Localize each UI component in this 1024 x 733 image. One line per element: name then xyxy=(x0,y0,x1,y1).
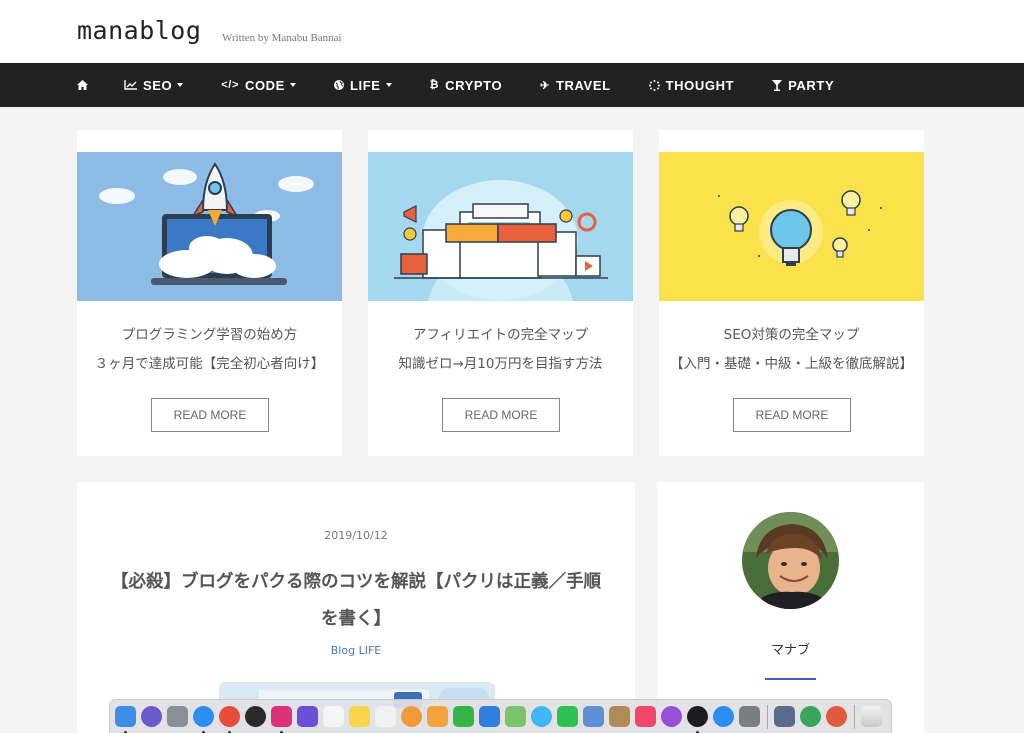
rocket-laptop-icon xyxy=(99,162,314,285)
screenshot-icon[interactable] xyxy=(774,706,795,727)
dock-separator xyxy=(767,704,768,729)
article-title[interactable]: 【必殺】ブログをパクる際のコツを解説【パクリは正義／手順を書く】 xyxy=(107,564,605,638)
preview-icon[interactable] xyxy=(583,706,604,727)
nav-crypto-label: CRYPTO xyxy=(445,77,503,93)
card-title-line2[interactable]: 【入門・基礎・中級・上級を徹底解説】 xyxy=(659,352,924,372)
nav-thought[interactable]: THOUGHT xyxy=(648,77,735,93)
site-logo[interactable]: manablog xyxy=(77,16,201,45)
nav-party-label: PARTY xyxy=(788,77,835,93)
quicktime-icon[interactable] xyxy=(245,706,266,727)
spinner-icon xyxy=(648,79,660,91)
nav-seo[interactable]: SEO xyxy=(124,77,184,93)
chevron-down-icon xyxy=(385,83,392,87)
card-title-line2[interactable]: 知識ゼロ→月10万円を目指す方法 xyxy=(368,352,633,372)
featured-card-affiliate[interactable]: アフィリエイトの完全マップ 知識ゼロ→月10万円を目指す方法 READ MORE xyxy=(368,130,633,456)
read-more-button[interactable]: READ MORE xyxy=(442,398,560,432)
nav-travel-label: TRAVEL xyxy=(556,77,611,93)
nav-code[interactable]: </> CODE xyxy=(221,78,296,93)
apple-tv-icon[interactable] xyxy=(687,706,708,733)
launchpad-icon[interactable] xyxy=(167,706,188,727)
chevron-down-icon xyxy=(177,83,184,87)
featured-card-programming[interactable]: プログラミング学習の始め方 ３ヶ月で達成可能【完全初心者向け】 READ MOR… xyxy=(77,130,342,456)
chart-line-icon xyxy=(124,80,137,90)
lightbulb-icon xyxy=(718,190,882,266)
nav-code-label: CODE xyxy=(244,77,285,93)
author-underline xyxy=(765,678,816,680)
site-header: manablog Written by Manabu Bannai xyxy=(0,0,1024,63)
chrome-alt-icon[interactable] xyxy=(826,706,847,727)
card-title-line2[interactable]: ３ヶ月で達成可能【完全初心者向け】 xyxy=(77,352,342,372)
code-icon: </> xyxy=(221,79,239,91)
card-title-line1[interactable]: SEO対策の完全マップ xyxy=(659,323,924,343)
slack-icon[interactable] xyxy=(271,706,292,733)
card-thumbnail[interactable] xyxy=(77,152,342,301)
bitcoin-icon: ₿ xyxy=(429,79,440,91)
maps-icon[interactable] xyxy=(505,706,526,727)
nav-home[interactable] xyxy=(77,80,88,90)
nav-party[interactable]: PARTY xyxy=(772,78,834,93)
app-store-icon[interactable] xyxy=(713,706,734,727)
chevron-down-icon xyxy=(289,83,296,87)
read-more-button[interactable]: READ MORE xyxy=(151,398,269,432)
featured-card-seo[interactable]: SEO対策の完全マップ 【入門・基礎・中級・上級を徹底解説】 READ MORE xyxy=(659,130,924,456)
card-thumbnail[interactable] xyxy=(659,152,924,301)
card-thumbnail[interactable] xyxy=(368,152,633,301)
pages-icon[interactable] xyxy=(427,706,448,727)
contacts-icon[interactable] xyxy=(609,706,630,727)
chrome-canary-icon[interactable] xyxy=(800,706,821,727)
facetime-icon[interactable] xyxy=(557,706,578,727)
numbers-icon[interactable] xyxy=(453,706,474,727)
notes-icon[interactable] xyxy=(349,706,370,727)
card-title-line1[interactable]: プログラミング学習の始め方 xyxy=(77,323,342,343)
messages-icon[interactable] xyxy=(531,706,552,727)
siri-icon[interactable] xyxy=(141,706,162,727)
site-tagline: Written by Manabu Bannai xyxy=(222,32,342,44)
card-title-line1[interactable]: アフィリエイトの完全マップ xyxy=(368,323,633,343)
article-date: 2019/10/12 xyxy=(324,529,388,542)
reminders-icon[interactable] xyxy=(375,706,396,727)
sidebar-profile: マナブ xyxy=(657,482,924,733)
nav-life[interactable]: LIFE xyxy=(333,77,392,93)
nav-crypto[interactable]: ₿ CRYPTO xyxy=(430,78,503,93)
podcasts-icon[interactable] xyxy=(661,706,682,727)
calendar-icon[interactable] xyxy=(323,706,344,727)
music-icon[interactable] xyxy=(635,706,656,727)
imovie-icon[interactable] xyxy=(297,706,318,727)
nav-seo-label: SEO xyxy=(143,77,173,93)
photos-icon[interactable] xyxy=(401,706,422,727)
article-categories[interactable]: Blog LIFE xyxy=(77,644,635,657)
cocktail-icon xyxy=(772,79,783,91)
read-more-button[interactable]: READ MORE xyxy=(733,398,851,432)
dock-separator xyxy=(854,704,855,729)
system-preferences-icon[interactable] xyxy=(739,706,760,727)
handshake-icon xyxy=(394,180,608,301)
home-icon xyxy=(77,80,88,90)
avatar[interactable] xyxy=(742,512,839,609)
chrome-icon[interactable] xyxy=(219,706,240,733)
finder-icon[interactable] xyxy=(115,706,136,733)
macos-dock xyxy=(109,699,892,733)
latest-article: 2019/10/12 【必殺】ブログをパクる際のコツを解説【パクリは正義／手順を… xyxy=(77,482,635,733)
author-name: マナブ xyxy=(770,643,810,658)
keynote-icon[interactable] xyxy=(479,706,500,727)
main-nav: SEO </> CODE LIFE ₿ CRYPTO ✈ TRAVEL THOU… xyxy=(0,63,1024,107)
trash-icon[interactable] xyxy=(861,706,882,727)
nav-thought-label: THOUGHT xyxy=(665,77,735,93)
plane-icon: ✈ xyxy=(540,79,550,92)
globe-icon xyxy=(333,80,344,90)
nav-life-label: LIFE xyxy=(349,77,381,93)
safari-icon[interactable] xyxy=(193,706,214,733)
nav-travel[interactable]: ✈ TRAVEL xyxy=(540,78,610,93)
